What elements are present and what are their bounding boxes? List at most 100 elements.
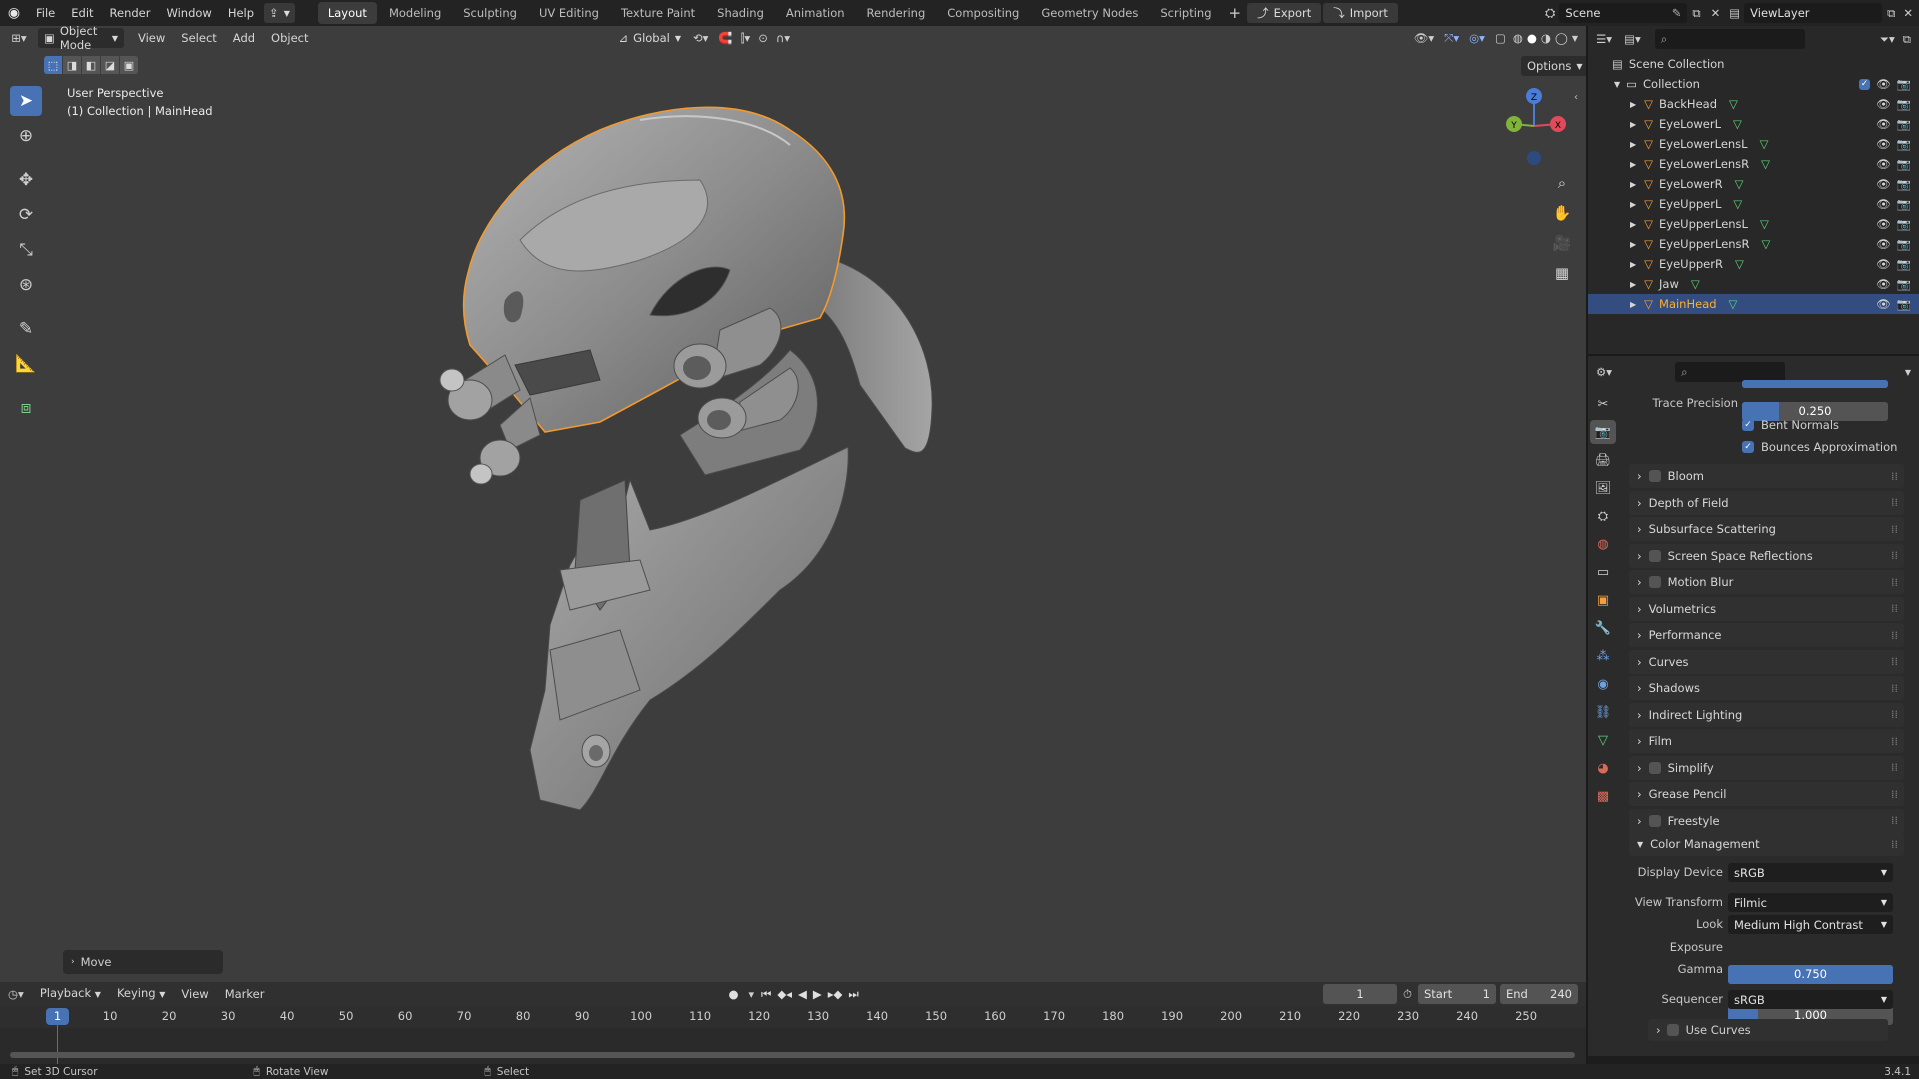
falloff-icon[interactable]: ∩▾ (772, 31, 794, 45)
drag-grip-icon[interactable]: ⁞⁞ (1891, 655, 1898, 668)
drag-grip-icon[interactable]: ⁞⁞ (1891, 814, 1898, 827)
render-tab-icon[interactable]: 📷 (1590, 420, 1616, 444)
view-layer-tab-icon[interactable]: 🖼 (1590, 476, 1616, 500)
snap-target-icon[interactable]: ⫿▾ (737, 31, 754, 46)
timeline-scrollbar[interactable] (10, 1052, 1575, 1058)
tab-scripting[interactable]: Scripting (1150, 2, 1221, 24)
camera-render-icon[interactable]: 📷 (1897, 97, 1911, 111)
sequencer-select[interactable]: sRGB ▼ (1728, 990, 1893, 1009)
camera-view-icon[interactable]: 🎥 (1549, 230, 1575, 256)
camera-render-icon[interactable]: 📷 (1897, 297, 1911, 311)
properties-search-input[interactable]: ⌕ (1675, 362, 1786, 382)
clock-icon[interactable]: ⏱ (1397, 987, 1418, 1002)
eye-icon[interactable]: 👁 (1876, 217, 1891, 231)
texture-tab-icon[interactable]: ▩ (1590, 784, 1616, 808)
chevron-right-icon[interactable]: ▶ (1630, 200, 1636, 209)
bent-normals-checkbox[interactable]: ✓ (1742, 419, 1754, 431)
chevron-right-icon[interactable]: ▶ (1630, 300, 1636, 309)
object-tab-icon[interactable]: ▣ (1590, 588, 1616, 612)
drag-grip-icon[interactable]: ⁞⁞ (1891, 735, 1898, 748)
outliner-collection[interactable]: ▼ ▭ Collection ✓ 👁 📷 (1588, 74, 1919, 94)
add-workspace-icon[interactable]: + (1223, 4, 1248, 22)
select-new-icon[interactable]: ⬚ (44, 56, 62, 74)
filter-icon[interactable]: ⏷▾ (1874, 32, 1901, 47)
pin-icon[interactable]: ✎ (1672, 6, 1682, 20)
render-panel-header[interactable]: › Freestyle ⁞⁞ (1629, 808, 1904, 833)
next-key-icon[interactable]: ▸◆ (825, 987, 846, 1001)
drag-grip-icon[interactable]: ⁞⁞ (1891, 523, 1898, 536)
zoom-icon[interactable]: ⌕ (1549, 170, 1575, 196)
render-panel-header[interactable]: › Film ⁞⁞ (1629, 729, 1904, 753)
chevron-right-icon[interactable]: ▶ (1630, 120, 1636, 129)
look-select[interactable]: Medium High Contrast ▼ (1728, 915, 1893, 934)
eye-icon[interactable]: 👁 (1876, 257, 1891, 271)
select-box-tool[interactable]: ➤ (10, 86, 42, 116)
playhead-marker[interactable]: 1 (46, 1008, 69, 1025)
drag-grip-icon[interactable]: ⁞⁞ (1891, 788, 1898, 801)
chevron-right-icon[interactable]: ▶ (1630, 140, 1636, 149)
drag-grip-icon[interactable]: ⁞⁞ (1891, 838, 1898, 851)
proportional-edit-icon[interactable]: ⊙ (754, 31, 772, 45)
end-frame-field[interactable]: End 240 (1500, 984, 1578, 1004)
camera-render-icon[interactable]: 📷 (1897, 157, 1911, 171)
clipped-slider[interactable] (1742, 380, 1888, 388)
scene-icon[interactable]: ⛭ (1541, 6, 1559, 21)
gizmo-toggle-icon[interactable]: ⤧▾ (1439, 31, 1464, 46)
snap-icon[interactable]: 🧲 (714, 31, 736, 45)
drag-grip-icon[interactable]: ⁞⁞ (1891, 708, 1898, 721)
collection-tab-icon[interactable]: ▭ (1590, 560, 1616, 584)
scene-tab-icon[interactable]: ⛭ (1590, 504, 1616, 528)
menu-edit[interactable]: Edit (63, 0, 101, 26)
delete-view-layer-icon[interactable]: ✕ (1900, 6, 1919, 20)
mode-dropdown[interactable]: ▣ Object Mode ▼ (38, 24, 124, 52)
camera-render-icon[interactable]: 📷 (1897, 257, 1911, 271)
outliner-object-row[interactable]: ▶ ▽ EyeUpperR ▽ 👁 📷 (1588, 254, 1919, 274)
new-scene-icon[interactable]: ⧉ (1687, 6, 1705, 21)
annotate-tool[interactable]: ✎ (10, 314, 42, 344)
auto-key-icon[interactable]: ▾ (745, 988, 759, 1001)
tab-geometry-nodes[interactable]: Geometry Nodes (1031, 2, 1148, 24)
drag-grip-icon[interactable]: ⁞⁞ (1891, 496, 1898, 509)
camera-render-icon[interactable]: 📷 (1897, 117, 1911, 131)
navigation-gizmo[interactable]: Z X Y (1496, 86, 1576, 170)
use-curves-subpanel[interactable]: › Use Curves (1648, 1019, 1888, 1041)
render-panel-header[interactable]: › Volumetrics ⁞⁞ (1629, 596, 1904, 621)
transform-orientation-dropdown[interactable]: ⊿ Global ▼ (613, 28, 687, 48)
output-tab-icon[interactable]: 🖨 (1590, 448, 1616, 472)
viewport-menu-object[interactable]: Object (263, 26, 316, 50)
particles-tab-icon[interactable]: ⁂ (1590, 644, 1616, 668)
render-panel-header[interactable]: › Performance ⁞⁞ (1629, 623, 1904, 647)
chevron-right-icon[interactable]: ▶ (1630, 220, 1636, 229)
menu-file[interactable]: File (28, 0, 63, 26)
record-icon[interactable]: ● (722, 987, 744, 1001)
jaw-mesh[interactable] (529, 446, 849, 811)
render-panel-header[interactable]: › Curves ⁞⁞ (1629, 649, 1904, 674)
outliner-object-row[interactable]: ▶ ▽ EyeLowerLensL ▽ 👁 📷 (1588, 134, 1919, 154)
options-dropdown[interactable]: Options ▼ (1521, 56, 1589, 76)
scale-tool[interactable]: ⤡ (10, 235, 42, 265)
bounces-approx-checkbox-row[interactable]: ✓ Bounces Approximation (1742, 440, 1897, 454)
eye-icon[interactable]: 👁 (1876, 297, 1891, 311)
overlay-toggle-icon[interactable]: ◎▾ (1464, 31, 1490, 45)
material-tab-icon[interactable]: ◕ (1590, 756, 1616, 780)
marker-menu[interactable]: Marker (217, 982, 273, 1006)
eye-icon[interactable]: 👁 (1876, 177, 1891, 191)
modifier-tab-icon[interactable]: 🔧 (1590, 616, 1616, 640)
camera-render-icon[interactable]: 📷 (1897, 77, 1911, 91)
eye-icon[interactable]: 👁 (1876, 157, 1891, 171)
rotate-tool[interactable]: ⟳ (10, 200, 42, 230)
outliner-editor-icon[interactable]: ☰▾ (1588, 32, 1620, 46)
world-tab-icon[interactable]: ◍ (1590, 532, 1616, 556)
eye-icon[interactable]: 👁 (1876, 77, 1891, 91)
editor-type-icon[interactable]: ⊞▾ (0, 31, 38, 45)
chevron-right-icon[interactable]: ▶ (1630, 160, 1636, 169)
outliner-object-row[interactable]: ▶ ▽ EyeLowerL ▽ 👁 📷 (1588, 114, 1919, 134)
material-shading-icon[interactable]: ◑ (1539, 31, 1553, 45)
eye-icon[interactable]: 👁 (1876, 117, 1891, 131)
shading-options-icon[interactable]: ▼ (1570, 34, 1586, 43)
select-invert-icon[interactable]: ◪ (101, 56, 119, 74)
timeline-editor-icon[interactable]: ◷▾ (0, 987, 32, 1001)
exclude-checkbox[interactable]: ✓ (1859, 78, 1871, 90)
chevron-right-icon[interactable]: ▶ (1630, 100, 1636, 109)
tab-sculpting[interactable]: Sculpting (453, 2, 527, 24)
